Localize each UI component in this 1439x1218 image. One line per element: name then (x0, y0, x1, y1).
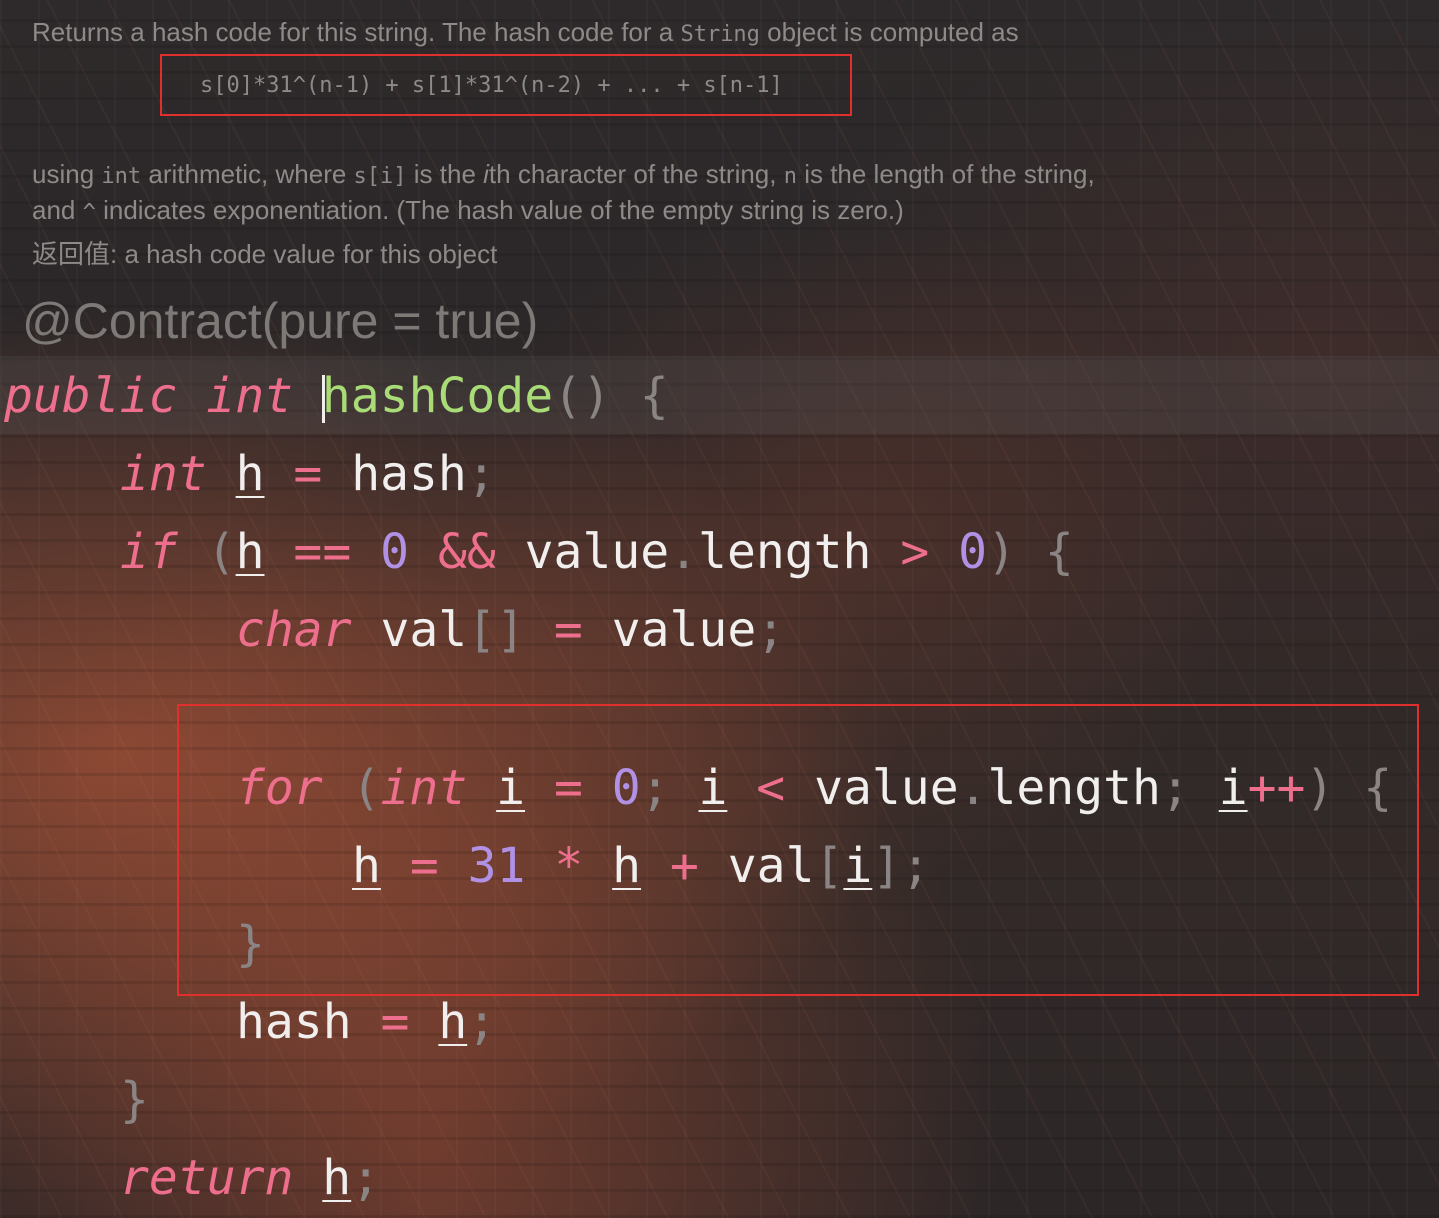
brace-open: { (1044, 524, 1074, 580)
doc-text: object is computed as (759, 17, 1019, 47)
doc-text: th character of the string, (488, 159, 784, 189)
doc-text: indicates exponentiation. (The hash valu… (95, 195, 904, 225)
keyword-char: char (236, 602, 352, 658)
keyword-return: return (120, 1150, 294, 1206)
operator-equals: == (293, 524, 352, 580)
paren-open: ( (206, 524, 236, 580)
code-line-return[interactable]: return h; (120, 1148, 380, 1208)
variable-val: val (380, 602, 468, 658)
doc-text: is the length of the string, (796, 159, 1095, 189)
doc-return-value: 返回值: a hash code value for this object (32, 239, 498, 269)
variable-h: h (235, 524, 265, 580)
doc-text: and (32, 195, 83, 225)
code-line-if[interactable]: if (h == 0 && value.length > 0) { (120, 522, 1074, 582)
code-line-int-h[interactable]: int h = hash; (120, 444, 496, 504)
field-value: value (524, 524, 670, 580)
dot: . (669, 524, 699, 580)
variable-h: h (438, 994, 468, 1050)
brackets: [] (467, 602, 525, 658)
code-line-hash-assign[interactable]: hash = h; (236, 992, 496, 1052)
operator-assign: = (553, 602, 583, 658)
field-value: value (611, 602, 757, 658)
doc-code: int (101, 164, 142, 189)
doc-code: ^ (82, 200, 96, 225)
semicolon: ; (351, 1150, 381, 1206)
loop-highlight-box (177, 704, 1419, 996)
field-hash: hash (236, 994, 352, 1050)
operator-and: && (437, 524, 496, 580)
formula-highlight-box (160, 54, 852, 116)
keyword-public: public (4, 368, 178, 424)
doc-text: Returns a hash code for this string. The… (32, 17, 681, 47)
keyword-if: if (120, 524, 178, 580)
semicolon: ; (756, 602, 786, 658)
number-literal: 0 (958, 524, 988, 580)
operator-assign: = (380, 994, 410, 1050)
variable-h: h (235, 446, 265, 502)
keyword-int: int (206, 368, 293, 424)
brace-close: } (120, 1072, 149, 1128)
doc-code: String (680, 22, 760, 47)
code-line-char-val[interactable]: char val[] = value; (236, 600, 785, 660)
doc-code: s[i] (353, 164, 407, 189)
variable-h: h (322, 1150, 352, 1206)
doc-code: n (783, 164, 797, 189)
method-name[interactable]: hashCode (322, 368, 553, 424)
doc-line-2: using int arithmetic, where s[i] is the … (32, 156, 1095, 195)
doc-text: is the (406, 159, 484, 189)
doc-line-1: Returns a hash code for this string. The… (32, 14, 1019, 53)
code-line-if-close[interactable]: } (120, 1070, 149, 1130)
code-line-method-signature[interactable]: public int hashCode() { (4, 366, 669, 426)
semicolon: ; (467, 994, 497, 1050)
number-literal: 0 (380, 524, 410, 580)
doc-text: using (32, 159, 102, 189)
property-length: length (698, 524, 872, 580)
operator-assign: = (293, 446, 323, 502)
doc-line-3: and ^ indicates exponentiation. (The has… (32, 192, 904, 231)
keyword-int: int (120, 446, 207, 502)
field-hash: hash (351, 446, 467, 502)
operator-greater: > (900, 524, 930, 580)
paren-close: ) (987, 524, 1016, 580)
doc-text: arithmetic, where (141, 159, 354, 189)
parens: () (553, 368, 611, 424)
semicolon: ; (466, 446, 496, 502)
contract-annotation: @Contract(pure = true) (22, 293, 539, 349)
brace-open: { (639, 368, 669, 424)
